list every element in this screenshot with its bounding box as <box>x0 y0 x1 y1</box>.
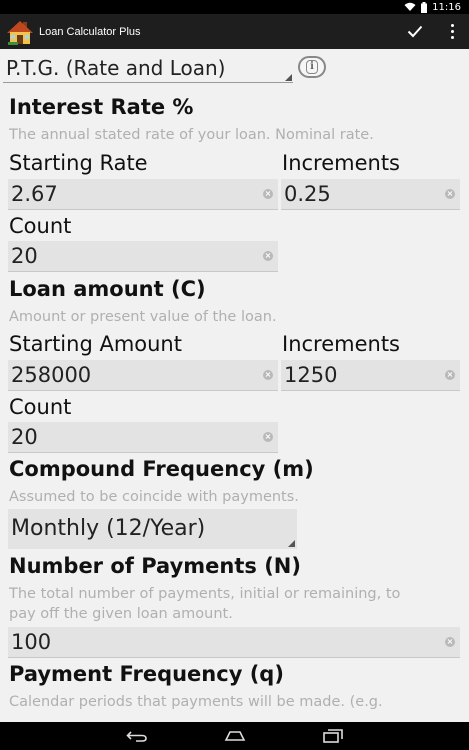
calc-type-value: P.T.G. (Rate and Loan) <box>6 56 226 80</box>
overflow-dot-icon <box>450 30 454 33</box>
number-of-payments-hint-line1: The total number of payments, initial or… <box>9 586 401 602</box>
back-button[interactable] <box>122 726 152 746</box>
rate-count-value: 20 <box>11 244 38 268</box>
app-title: Loan Calculator Plus <box>39 25 141 38</box>
compound-frequency-title: Compound Frequency (m) <box>9 457 314 481</box>
checkmark-icon <box>407 25 423 38</box>
amount-increments-label: Increments <box>282 332 401 356</box>
status-time: 11:16 <box>432 1 461 13</box>
dropdown-corner-icon <box>288 540 295 547</box>
number-of-payments-hint-line2: pay off the given loan amount. <box>9 606 233 622</box>
home-icon <box>224 731 245 741</box>
starting-rate-value: 2.67 <box>11 182 58 206</box>
clear-icon[interactable]: × <box>263 432 273 442</box>
clear-icon[interactable]: × <box>263 251 273 261</box>
starting-amount-input[interactable]: 258000 × <box>8 360 278 391</box>
interest-rate-hint: The annual stated rate of your loan. Nom… <box>9 127 374 143</box>
compound-frequency-dropdown[interactable]: Monthly (12/Year) <box>8 509 297 549</box>
rate-increments-label: Increments <box>282 151 401 175</box>
calc-type-row: P.T.G. (Rate and Loan) i <box>0 49 469 87</box>
payment-frequency-title: Payment Frequency (q) <box>9 662 284 686</box>
amount-increments-value: 1250 <box>284 363 338 387</box>
clear-icon[interactable]: × <box>445 370 455 380</box>
house-app-icon <box>7 20 33 45</box>
wifi-icon <box>404 2 416 11</box>
info-button[interactable]: i <box>298 56 326 78</box>
navigation-bar <box>0 722 469 750</box>
loan-amount-hint: Amount or present value of the loan. <box>9 309 277 325</box>
starting-rate-label: Starting Rate <box>9 151 148 175</box>
status-bar: 11:16 <box>0 0 469 14</box>
home-button[interactable] <box>220 726 250 746</box>
compound-frequency-hint: Assumed to be coincide with payments. <box>9 489 299 505</box>
confirm-button[interactable] <box>403 20 427 44</box>
number-of-payments-value: 100 <box>11 630 52 654</box>
starting-amount-label: Starting Amount <box>9 332 182 356</box>
number-of-payments-title: Number of Payments (N) <box>9 554 301 578</box>
form-content: P.T.G. (Rate and Loan) i Interest Rate %… <box>0 49 469 722</box>
clear-icon[interactable]: × <box>445 637 455 647</box>
action-bar: Loan Calculator Plus <box>0 14 469 49</box>
overflow-dot-icon <box>450 36 454 39</box>
starting-rate-input[interactable]: 2.67 × <box>8 179 278 210</box>
starting-amount-value: 258000 <box>11 363 92 387</box>
info-icon: i <box>306 60 318 74</box>
battery-icon <box>421 1 428 13</box>
amount-count-input[interactable]: 20 × <box>8 422 278 453</box>
clear-icon[interactable]: × <box>263 370 273 380</box>
amount-count-label: Count <box>9 395 72 419</box>
number-of-payments-input[interactable]: 100 × <box>8 627 460 658</box>
clear-icon[interactable]: × <box>445 189 455 199</box>
amount-increments-input[interactable]: 1250 × <box>281 360 460 391</box>
rate-increments-input[interactable]: 0.25 × <box>281 179 460 210</box>
back-icon <box>125 731 147 742</box>
recent-apps-icon <box>322 729 343 743</box>
amount-count-value: 20 <box>11 425 38 449</box>
recent-apps-button[interactable] <box>318 726 348 746</box>
rate-count-label: Count <box>9 214 72 238</box>
compound-frequency-value: Monthly (12/Year) <box>11 516 206 541</box>
overflow-dot-icon <box>450 24 454 27</box>
payment-frequency-hint: Calendar periods that payments will be m… <box>9 694 383 710</box>
dropdown-corner-icon <box>285 74 292 81</box>
rate-count-input[interactable]: 20 × <box>8 241 278 272</box>
loan-amount-title: Loan amount (C) <box>9 277 206 301</box>
rate-increments-value: 0.25 <box>284 182 331 206</box>
calc-type-spinner[interactable]: P.T.G. (Rate and Loan) <box>3 53 293 83</box>
status-icons: 11:16 <box>404 1 461 13</box>
interest-rate-title: Interest Rate % <box>9 95 194 119</box>
overflow-menu-button[interactable] <box>443 20 461 44</box>
clear-icon[interactable]: × <box>263 189 273 199</box>
